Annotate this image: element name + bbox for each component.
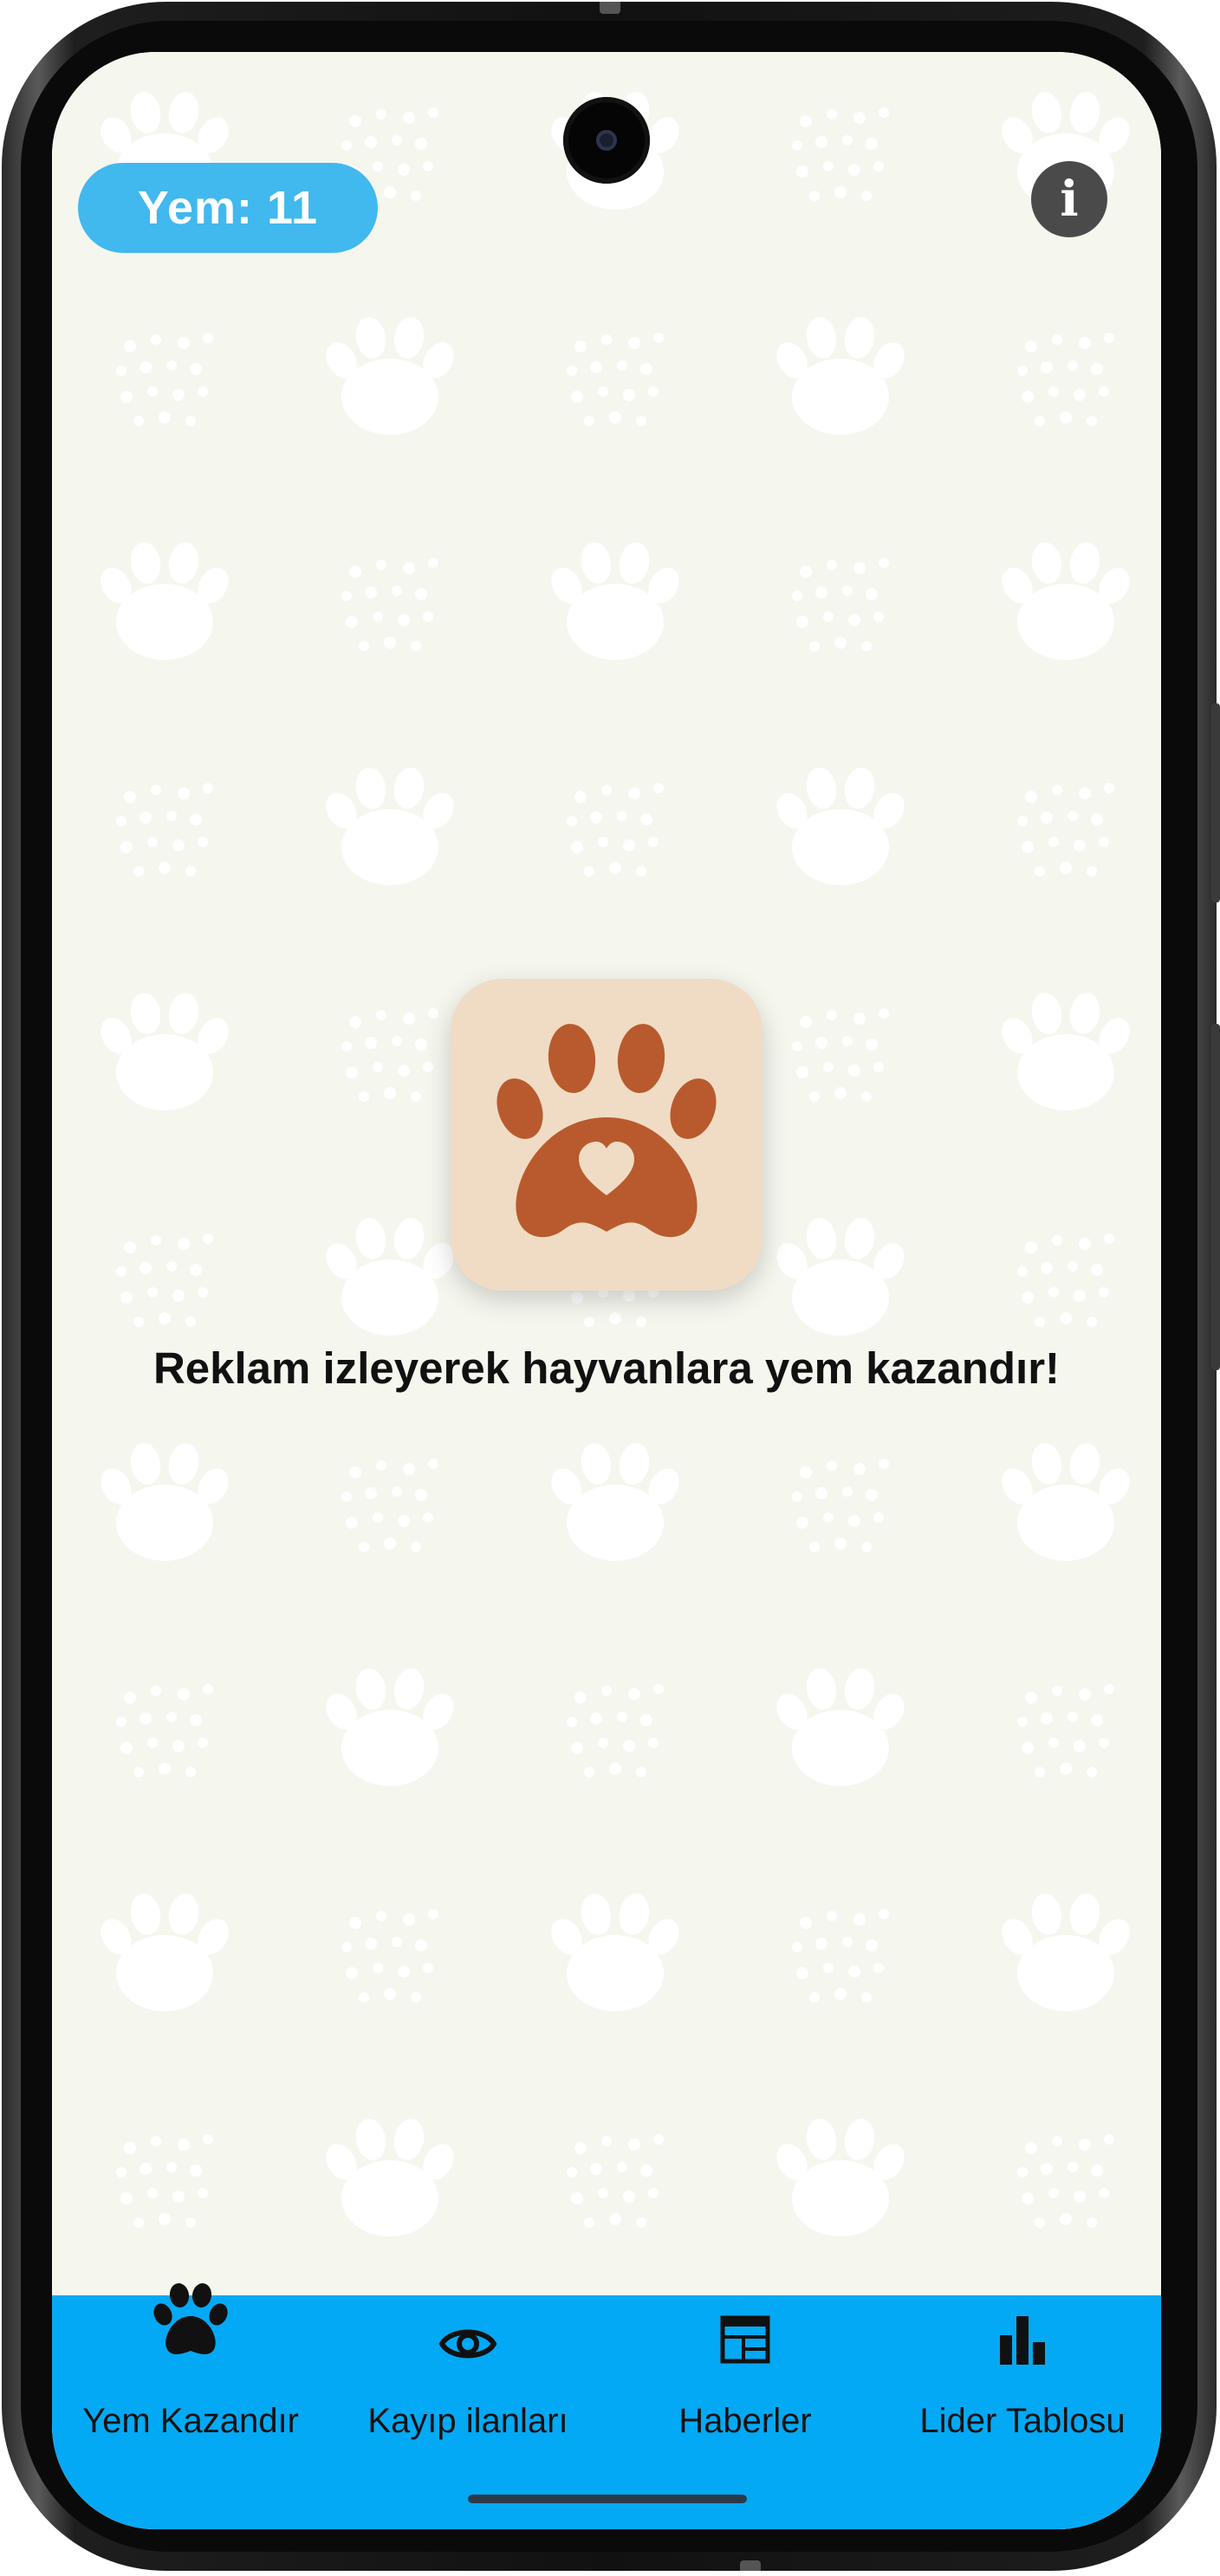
paw-heart-icon (496, 1024, 717, 1238)
front-camera (563, 97, 650, 184)
paw-pattern-background (52, 52, 1161, 2529)
app-screen: Yem: 11 i Reklam izleyerek hayvanlara ye… (52, 52, 1161, 2529)
nav-label-kayip-ilanlari: Kayıp ilanları (367, 2402, 568, 2440)
app-logo (451, 979, 762, 1291)
newspaper-icon (720, 2315, 770, 2364)
tagline-text: Reklam izleyerek hayvanlara yem kazandır… (152, 1343, 1061, 1393)
nav-label-haberler: Haberler (678, 2402, 812, 2440)
nav-item-lider-tablosu[interactable]: Lider Tablosu (884, 2295, 1161, 2469)
paw-icon (153, 2283, 228, 2354)
nav-item-yem-kazandir[interactable]: Yem Kazandır (52, 2283, 329, 2469)
nav-label-yem-kazandir: Yem Kazandır (82, 2402, 299, 2440)
nav-label-lider-tablosu: Lider Tablosu (919, 2402, 1126, 2440)
frame-antenna-bottom (740, 2560, 761, 2571)
home-indicator[interactable] (468, 2495, 747, 2503)
info-icon: i (1060, 171, 1079, 228)
frame-antenna-top (600, 2, 620, 14)
volume-button (1211, 703, 1220, 903)
info-button[interactable]: i (1031, 161, 1107, 237)
nav-item-haberler[interactable]: Haberler (607, 2295, 884, 2469)
nav-item-kayip-ilanlari[interactable]: Kayıp ilanları (329, 2295, 607, 2469)
eye-icon (438, 2329, 497, 2359)
leaderboard-icon (1000, 2316, 1045, 2365)
feed-counter-badge: Yem: 11 (78, 163, 378, 253)
power-button (1211, 1024, 1220, 1370)
